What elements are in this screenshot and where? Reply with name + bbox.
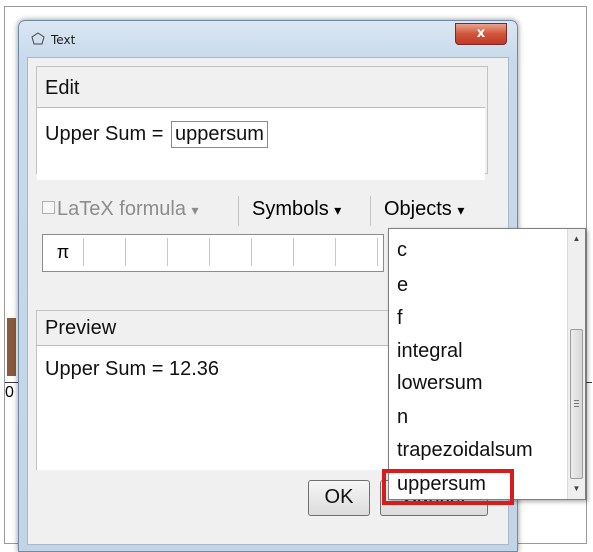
symbols-menu-button[interactable]: Symbols ▾ xyxy=(252,198,341,221)
menu-item-c[interactable]: c xyxy=(397,239,407,262)
scrollbar-thumb[interactable] xyxy=(570,329,583,479)
edit-group-label: Edit xyxy=(45,77,80,99)
object-token[interactable]: uppersum xyxy=(170,121,268,148)
symbols-label: Symbols xyxy=(252,198,329,220)
latex-checkbox[interactable] xyxy=(42,201,55,215)
preview-group-label: Preview xyxy=(45,317,117,339)
menu-item-e[interactable]: e xyxy=(397,274,408,297)
symbol-cell[interactable] xyxy=(253,238,294,266)
scroll-up-arrow-icon[interactable]: ▲ xyxy=(568,231,585,247)
latex-formula-toggle[interactable]: LaTeX formula ▾ xyxy=(42,198,199,221)
symbols-dropdown-arrow: ▾ xyxy=(334,202,342,218)
grip-line xyxy=(574,406,579,407)
close-icon: x xyxy=(476,26,486,41)
symbol-cell[interactable] xyxy=(169,238,210,266)
edit-text-area[interactable]: Upper Sum = uppersum xyxy=(37,107,485,180)
edit-text-content: Upper Sum = uppersum xyxy=(45,121,268,148)
objects-menu-button[interactable]: Objects ▾ xyxy=(384,198,464,221)
grip-line xyxy=(574,400,579,401)
background-axis-label: 0 xyxy=(5,384,14,401)
uppersum-highlight-box xyxy=(382,469,514,505)
title-bar[interactable]: Text x xyxy=(19,21,517,57)
edit-text-prefix: Upper Sum = xyxy=(45,123,169,145)
menu-item-integral[interactable]: integral xyxy=(397,340,463,363)
background-shape xyxy=(7,318,16,376)
latex-label: LaTeX formula xyxy=(57,198,186,220)
preview-text: Upper Sum = 12.36 xyxy=(45,358,219,380)
window-title: Text xyxy=(51,33,76,47)
menu-item-f[interactable]: f xyxy=(397,307,403,330)
symbol-cell[interactable] xyxy=(295,238,336,266)
pi-symbol: π xyxy=(56,242,70,262)
symbol-palette: π xyxy=(42,234,384,272)
symbol-cell[interactable] xyxy=(127,238,168,266)
menu-item-trapezoidalsum[interactable]: trapezoidalsum xyxy=(397,439,533,462)
dropdown-scrollbar[interactable]: ▲ ▼ xyxy=(567,229,585,499)
symbol-cell[interactable] xyxy=(211,238,252,266)
close-button[interactable]: x xyxy=(455,23,507,45)
menu-item-n[interactable]: n xyxy=(397,406,408,429)
text-tool-icon xyxy=(31,32,45,45)
latex-dropdown-arrow: ▾ xyxy=(191,202,199,218)
ok-button[interactable]: OK xyxy=(308,480,370,516)
symbol-pi-button[interactable]: π xyxy=(43,238,84,266)
objects-label: Objects xyxy=(384,198,452,220)
scroll-down-arrow-icon[interactable]: ▼ xyxy=(568,481,585,497)
menu-item-lowersum[interactable]: lowersum xyxy=(397,372,483,395)
symbol-cell[interactable] xyxy=(85,238,126,266)
symbol-cell[interactable] xyxy=(337,238,378,266)
grip-line xyxy=(574,403,579,404)
toolbar-separator xyxy=(370,196,371,226)
edit-panel: Edit Upper Sum = uppersum xyxy=(36,66,488,180)
objects-dropdown-arrow: ▾ xyxy=(457,202,465,218)
objects-dropdown-menu: c e f integral lowersum n trapezoidalsum… xyxy=(388,228,586,500)
background-axis-line xyxy=(5,382,19,383)
toolbar-separator xyxy=(238,196,239,226)
